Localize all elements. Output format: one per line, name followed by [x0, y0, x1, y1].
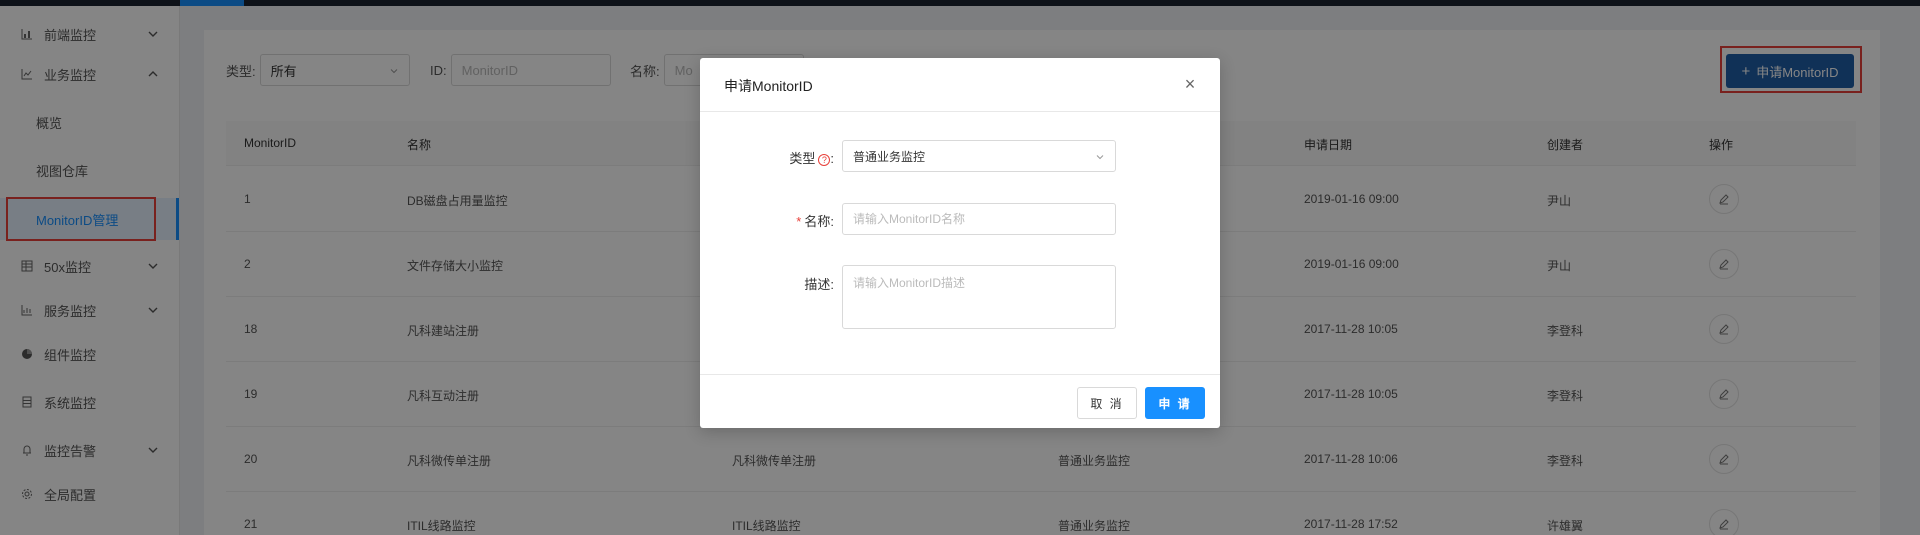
modal-type-select[interactable]: 普通业务监控: [842, 140, 1116, 172]
close-icon[interactable]: ×: [1180, 74, 1200, 94]
modal-type-value: 普通业务监控: [853, 149, 926, 164]
monitorid-name-input[interactable]: [842, 203, 1116, 235]
modal-title: 申请MonitorID: [724, 78, 813, 94]
question-icon[interactable]: ?: [818, 154, 831, 166]
chevron-down-icon: [1096, 155, 1104, 160]
cancel-button[interactable]: 取 消: [1077, 387, 1137, 419]
submit-button[interactable]: 申 请: [1145, 387, 1205, 419]
name-label-text: 名称: [804, 214, 831, 229]
type-label-text: 类型: [789, 151, 816, 166]
desc-label-text: 描述: [804, 277, 831, 292]
apply-monitorid-modal: 申请MonitorID × 类型?: 普通业务监控 *名称: 描述: 取 消 申…: [700, 58, 1220, 428]
modal-footer: 取 消 申 请: [700, 374, 1220, 428]
modal-header: 申请MonitorID ×: [700, 58, 1220, 112]
form-label-type: 类型?:: [789, 151, 834, 166]
monitorid-desc-textarea[interactable]: [842, 265, 1116, 329]
form-label-desc: 描述:: [804, 277, 834, 292]
required-mark: *: [796, 214, 802, 229]
form-label-name: * 名称:: [796, 214, 834, 229]
